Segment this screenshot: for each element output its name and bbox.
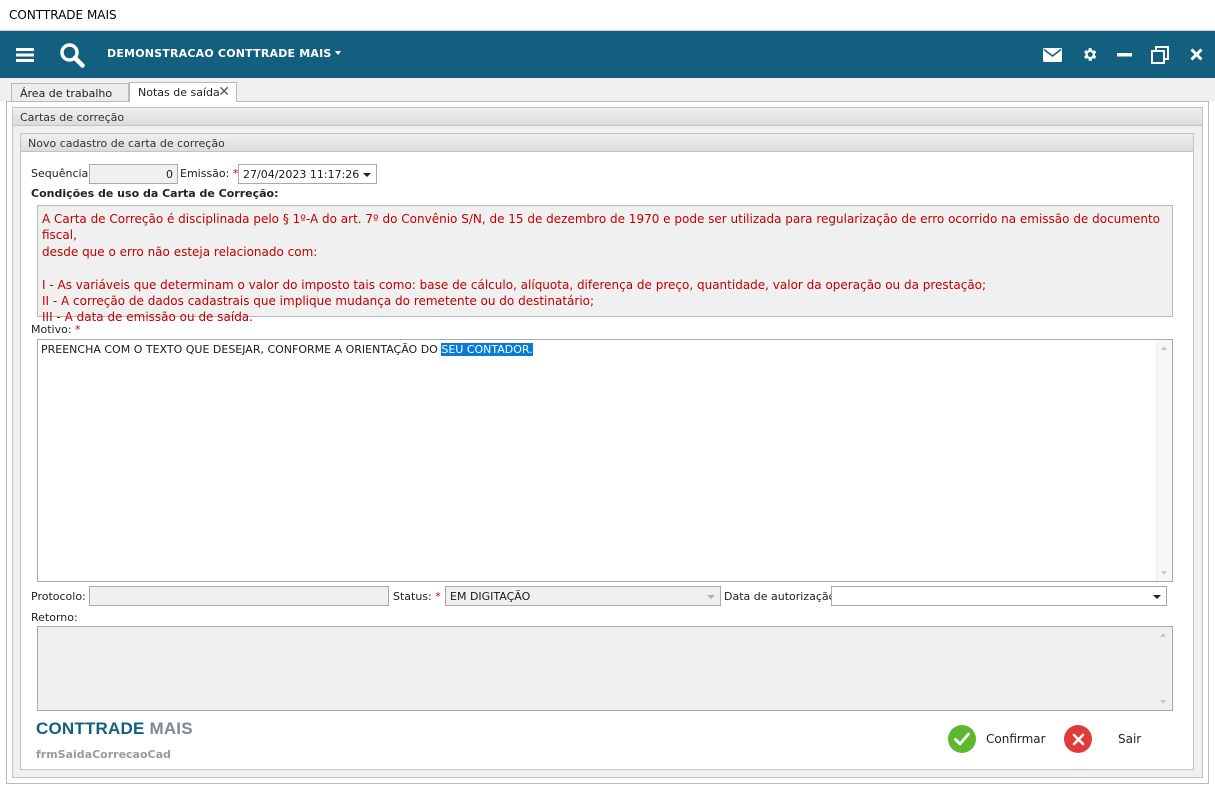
conditions-text: A Carta de Correção é disciplinada pelo … xyxy=(37,205,1173,324)
cancel-icon xyxy=(1064,725,1092,753)
confirm-button[interactable]: Confirmar xyxy=(948,723,1046,755)
motivo-selected-text: SEU CONTADOR. xyxy=(441,343,533,356)
condition-line: II - A correção de dados cadastrais que … xyxy=(42,294,595,309)
confirm-label: Confirmar xyxy=(986,732,1046,746)
protocolo-label: Protocolo: xyxy=(31,590,86,603)
motivo-text: PREENCHA COM O TEXTO QUE DESEJAR, CONFOR… xyxy=(41,343,442,356)
panel-title: Cartas de correção xyxy=(13,108,1202,126)
exit-button[interactable]: Sair xyxy=(1064,723,1141,755)
brand-logo: CONTTRADE MAIS xyxy=(36,719,193,738)
mail-icon[interactable] xyxy=(1042,31,1062,78)
tab-area-de-trabalho[interactable]: Área de trabalho xyxy=(11,83,129,103)
tab-label: Área de trabalho xyxy=(20,87,113,100)
retorno-textarea[interactable] xyxy=(37,626,1173,711)
retorno-label: Retorno: xyxy=(31,611,78,624)
condition-line: desde que o erro não esteja relacionado … xyxy=(42,244,318,259)
window-title: CONTTRADE MAIS xyxy=(9,8,117,22)
sequencia-label: Sequência: xyxy=(31,167,92,180)
gear-icon[interactable] xyxy=(1079,31,1099,78)
emissao-datetime-picker[interactable]: 27/04/2023 11:17:26 xyxy=(238,164,377,184)
cartas-panel: Cartas de correção Novo cadastro de cart… xyxy=(12,107,1203,778)
top-navbar: DEMONSTRACAO CONTTRADE MAIS xyxy=(0,31,1215,78)
status-value: EM DIGITAÇÃO xyxy=(450,590,531,603)
protocolo-field[interactable] xyxy=(89,586,389,606)
minimize-icon[interactable] xyxy=(1115,31,1133,78)
chevron-down-icon[interactable] xyxy=(363,173,371,177)
sequencia-field[interactable]: 0 xyxy=(89,164,178,184)
emissao-value: 27/04/2023 11:17:26 xyxy=(243,168,360,181)
motivo-scrollbar[interactable] xyxy=(1156,340,1172,581)
condition-line: A Carta de Correção é disciplinada pelo … xyxy=(42,212,1164,243)
menu-icon[interactable] xyxy=(14,31,36,78)
tab-label: Notas de saída xyxy=(138,86,220,99)
emissao-label: Emissão: * xyxy=(180,167,239,180)
condition-line: III - A data de emissão ou de saída. xyxy=(42,310,253,325)
window-titlebar: CONTTRADE MAIS xyxy=(0,0,1215,31)
panel-subtitle: Novo cadastro de carta de correção xyxy=(21,134,1193,152)
tab-strip: Área de trabalho Notas de saída ✕ xyxy=(0,78,1215,103)
company-selector[interactable]: DEMONSTRACAO CONTTRADE MAIS xyxy=(107,47,341,60)
company-name: DEMONSTRACAO CONTTRADE MAIS xyxy=(107,47,332,60)
chevron-down-icon xyxy=(334,51,341,55)
data-autorizacao-select[interactable] xyxy=(831,586,1167,606)
status-label: Status: * xyxy=(393,590,441,603)
check-icon xyxy=(948,725,976,753)
motivo-textarea[interactable]: PREENCHA COM O TEXTO QUE DESEJAR, CONFOR… xyxy=(37,339,1173,582)
search-icon[interactable] xyxy=(58,31,86,78)
status-select[interactable]: EM DIGITAÇÃO xyxy=(445,586,721,606)
conditions-title: Condições de uso da Carta de Correção: xyxy=(31,187,279,200)
content-area: Cartas de correção Novo cadastro de cart… xyxy=(6,101,1209,784)
exit-label: Sair xyxy=(1118,732,1142,746)
chevron-down-icon xyxy=(707,595,715,599)
restore-icon[interactable] xyxy=(1150,31,1170,78)
motivo-label: Motivo: * xyxy=(31,323,81,336)
retorno-scrollbar[interactable] xyxy=(1156,627,1172,710)
close-icon[interactable] xyxy=(1188,31,1204,78)
condition-line: I - As variáveis que determinam o valor … xyxy=(42,277,987,292)
cadastro-panel: Novo cadastro de carta de correção Sequê… xyxy=(20,133,1194,770)
tab-close-icon[interactable]: ✕ xyxy=(218,84,230,100)
form-name: frmSaidaCorrecaoCad xyxy=(36,748,171,761)
tab-notas-de-saida[interactable]: Notas de saída ✕ xyxy=(129,82,237,102)
condition-line xyxy=(42,260,1168,276)
chevron-down-icon[interactable] xyxy=(1153,595,1161,599)
data-autorizacao-label: Data de autorização: xyxy=(724,590,840,603)
